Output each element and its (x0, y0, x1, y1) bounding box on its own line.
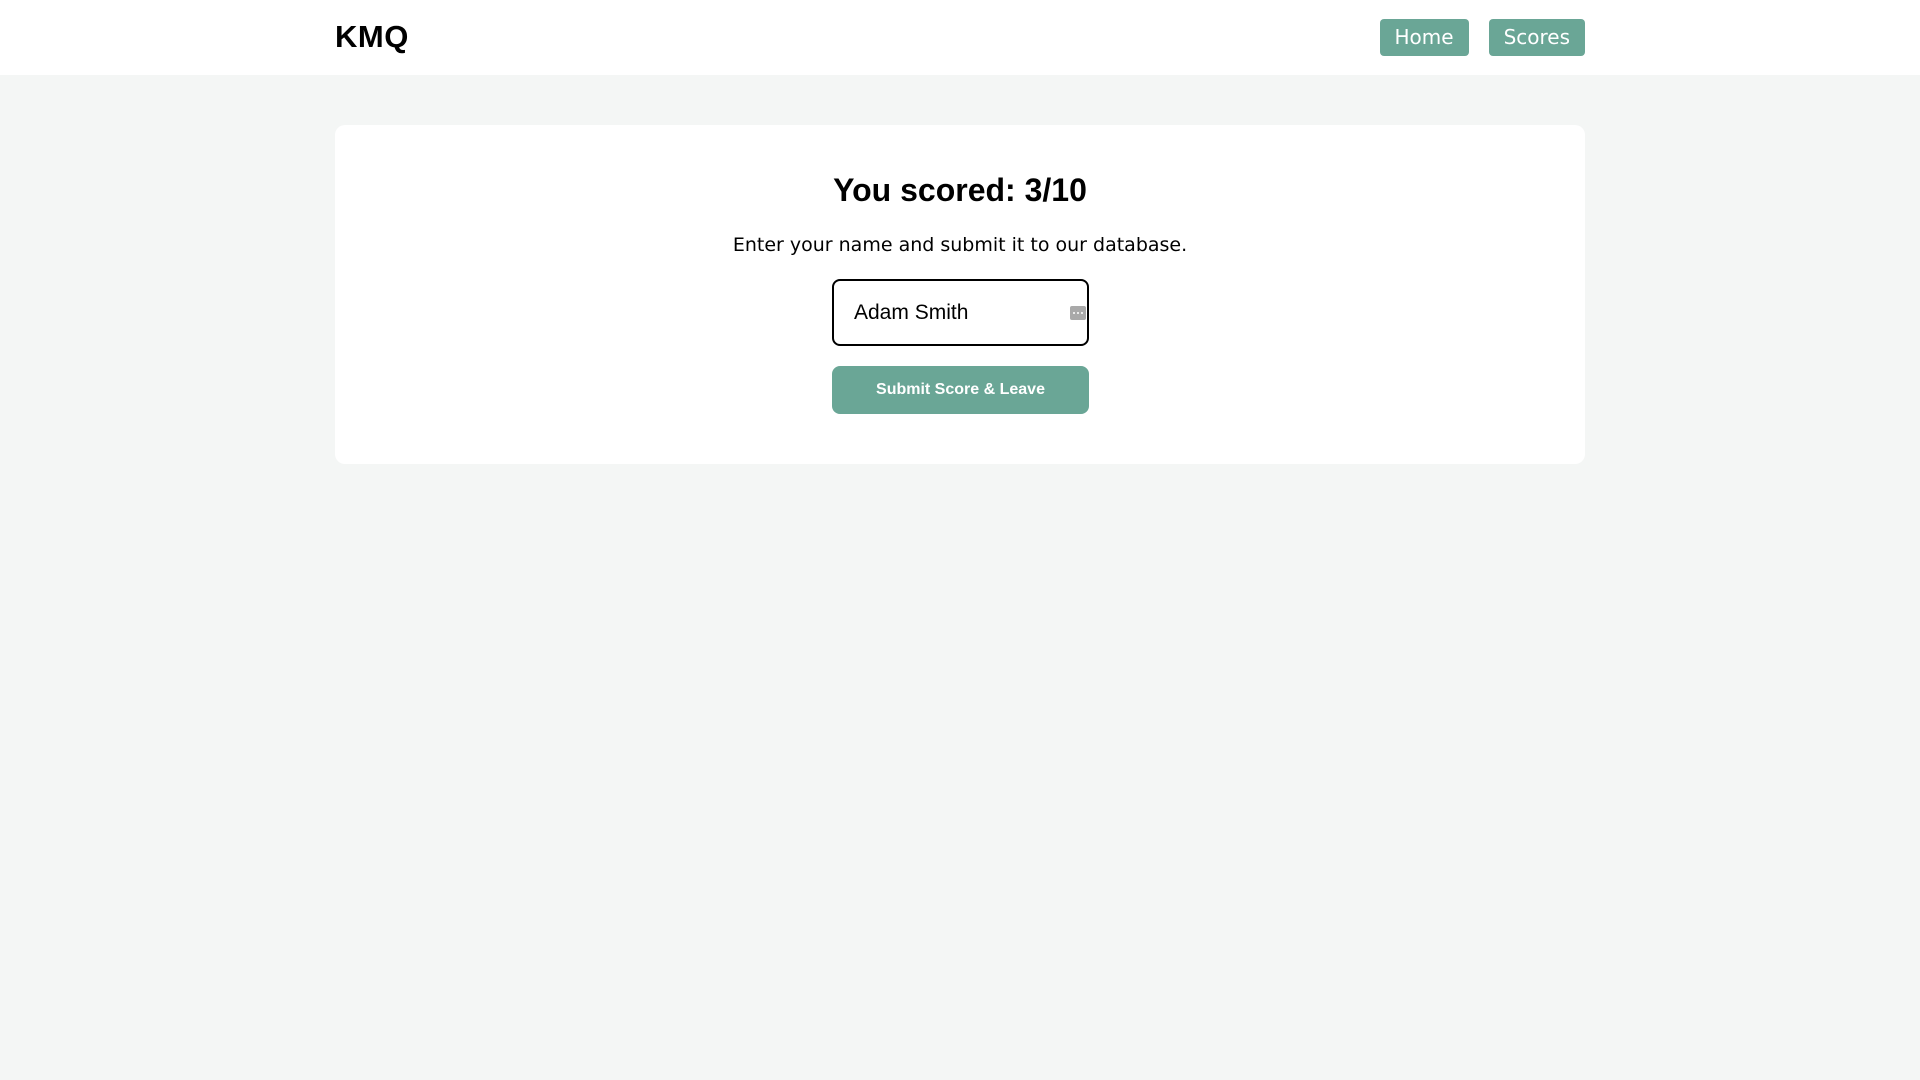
brand-logo[interactable]: KMQ (335, 18, 409, 56)
main-nav: Home Scores (1379, 19, 1585, 56)
submit-instructions: Enter your name and submit it to our dat… (732, 234, 1188, 256)
score-heading: You scored: 3/10 (833, 172, 1087, 208)
top-bar: KMQ Home Scores (0, 0, 1920, 75)
name-input[interactable] (836, 283, 1056, 342)
score-card: You scored: 3/10 Enter your name and sub… (335, 125, 1585, 464)
home-nav-button[interactable]: Home (1379, 19, 1469, 56)
scores-nav-button[interactable]: Scores (1488, 19, 1585, 56)
name-field[interactable] (832, 279, 1089, 346)
submit-score-button[interactable]: Submit Score & Leave (832, 366, 1089, 414)
more-dots-icon[interactable] (1070, 306, 1086, 320)
